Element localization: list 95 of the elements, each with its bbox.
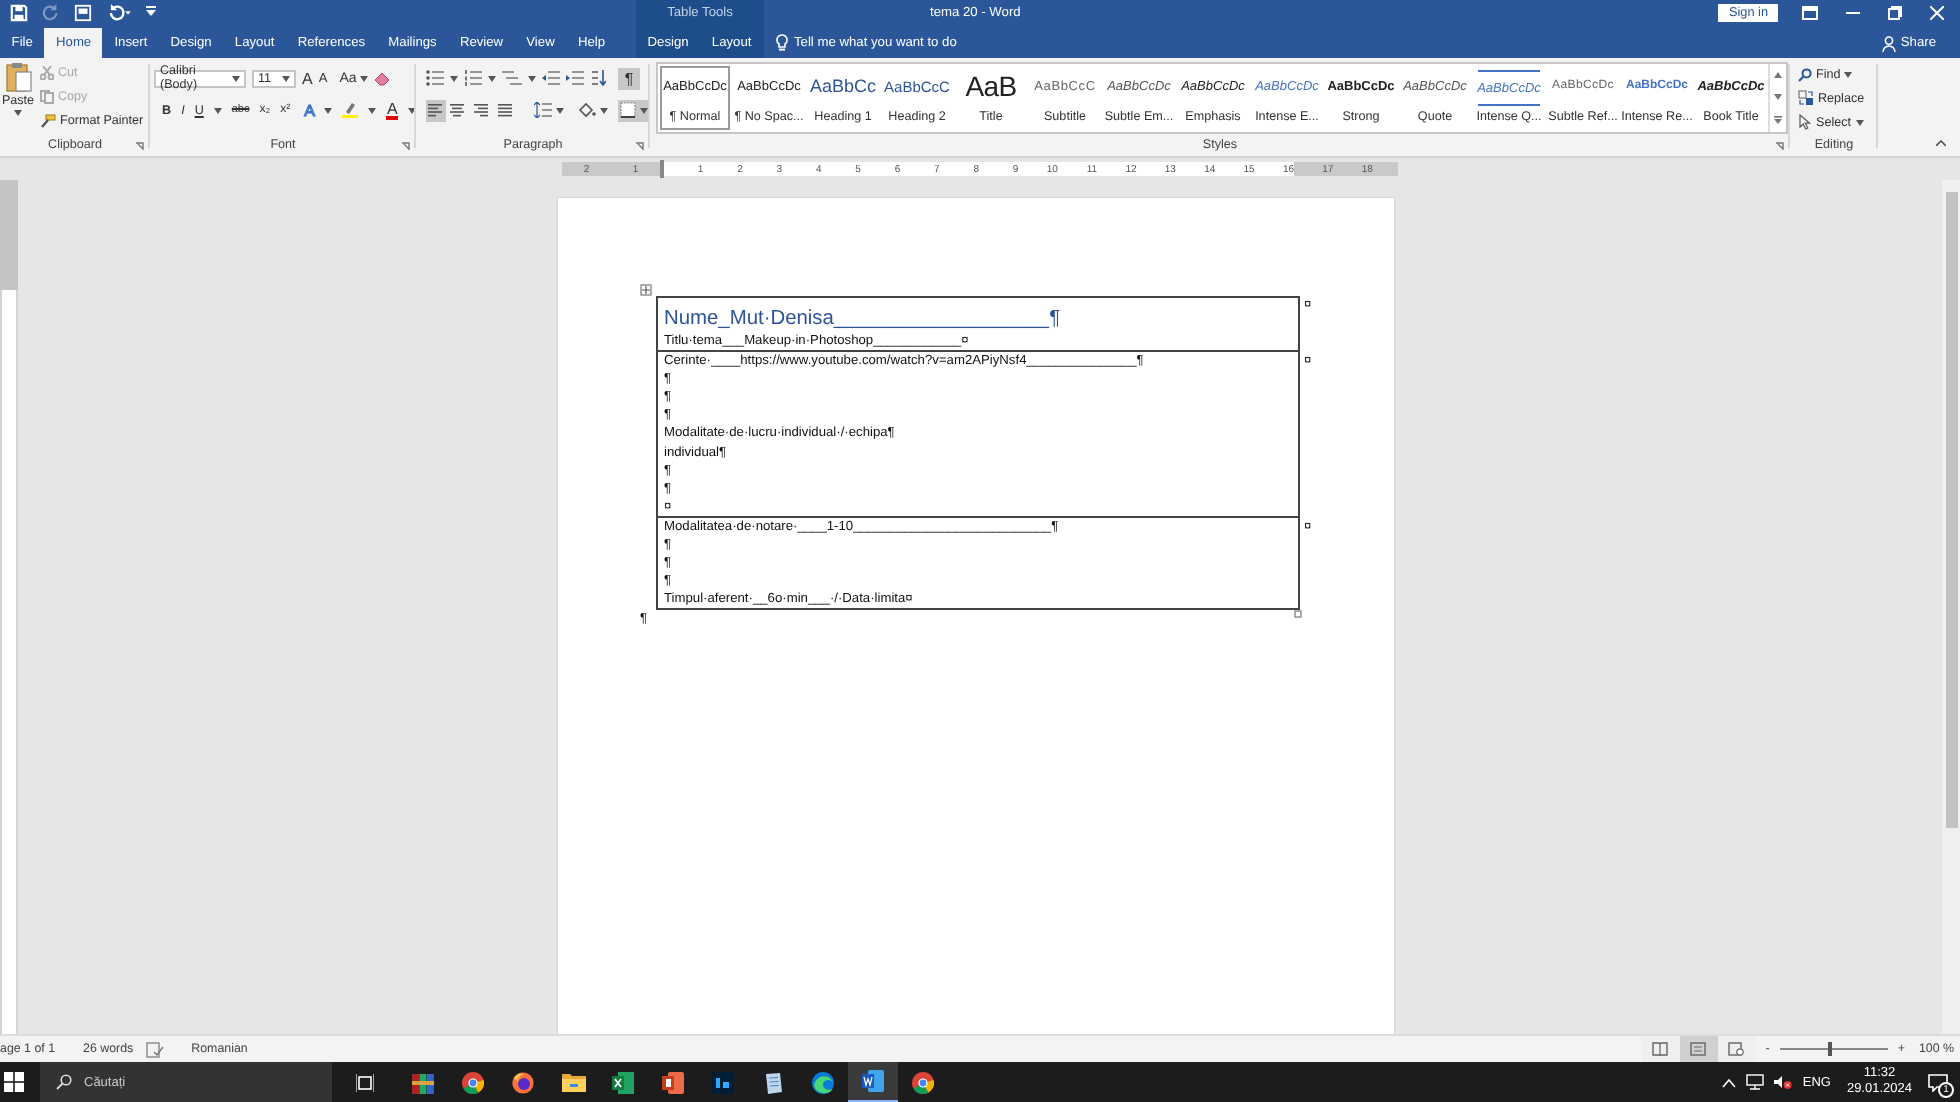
collapse-ribbon-icon[interactable] — [1936, 140, 1946, 146]
caret-icon — [488, 75, 496, 81]
launcher-icon[interactable] — [636, 142, 644, 150]
caret-icon — [282, 75, 290, 81]
caret-icon — [360, 75, 369, 81]
caret-icon — [324, 107, 333, 113]
caret-icon — [407, 107, 416, 113]
redo-icon[interactable] — [42, 3, 60, 21]
launcher-icon[interactable] — [1776, 142, 1784, 150]
tray-caret-icon[interactable] — [1722, 1077, 1737, 1087]
numbering-icon[interactable] — [464, 70, 482, 86]
eraser-icon[interactable] — [374, 71, 391, 85]
borders-button[interactable] — [618, 99, 651, 121]
font-color-button[interactable]: A — [386, 101, 398, 119]
paint-bucket-icon[interactable] — [578, 102, 597, 118]
caret-icon — [600, 107, 609, 113]
caret-icon — [368, 107, 377, 113]
caret-icon — [450, 75, 458, 81]
align-justify-icon — [497, 103, 514, 117]
align-right-icon — [473, 103, 490, 117]
muted-speaker-icon[interactable] — [1774, 1074, 1793, 1090]
caret-icon — [1855, 119, 1864, 125]
align-left-icon — [427, 103, 444, 117]
line-spacing-icon[interactable] — [533, 102, 552, 118]
restore-icon[interactable] — [1888, 5, 1902, 19]
ribbon-display-icon[interactable] — [1802, 5, 1818, 19]
save-icon[interactable] — [10, 3, 28, 21]
vertical-scrollbar[interactable] — [1942, 180, 1960, 1034]
browser-icon — [912, 1071, 934, 1093]
folder-icon — [561, 1072, 585, 1092]
launcher-icon[interactable] — [136, 142, 144, 150]
borders-icon — [620, 102, 637, 118]
align-left-button[interactable] — [426, 99, 446, 121]
pointer-icon — [1798, 114, 1812, 130]
presentation-icon — [662, 1071, 684, 1093]
touch-icon[interactable] — [74, 3, 92, 21]
browser-icon — [512, 1071, 534, 1093]
browser-icon — [812, 1071, 834, 1093]
caret-icon — [640, 107, 649, 113]
search-icon — [1798, 67, 1812, 81]
scroll-up-icon[interactable] — [1774, 72, 1782, 78]
search-icon — [56, 1074, 72, 1090]
customize-icon[interactable] — [146, 6, 156, 18]
caret-icon — [1844, 71, 1853, 77]
decrease-indent-icon[interactable] — [542, 70, 560, 86]
caret-icon — [555, 107, 564, 113]
task-view-icon[interactable] — [356, 1073, 374, 1091]
highlighter-icon[interactable] — [342, 102, 359, 118]
chat-bubble-icon — [1928, 1073, 1948, 1091]
table-move-handle-icon[interactable] — [640, 284, 652, 296]
show-marks-button[interactable]: ¶ — [618, 67, 640, 89]
align-right-button[interactable] — [472, 99, 492, 121]
close-icon[interactable] — [1930, 5, 1944, 19]
page-icon — [1690, 1042, 1707, 1056]
increase-indent-icon[interactable] — [566, 70, 584, 86]
copy-icon — [40, 89, 54, 103]
print-view-button[interactable] — [1679, 1036, 1718, 1062]
caret-icon — [213, 107, 222, 113]
align-justify-button[interactable] — [495, 99, 515, 121]
proofing-icon[interactable] — [145, 1041, 164, 1057]
replace-icon — [1798, 90, 1814, 106]
spreadsheet-icon — [612, 1071, 634, 1093]
caret-icon — [232, 75, 240, 81]
text-effects-button[interactable]: A — [304, 101, 315, 119]
zoom-thumb[interactable] — [1827, 1042, 1832, 1056]
heading-text: Nume_Mut·Denisa___________________¶ — [664, 308, 1063, 332]
paintbrush-icon — [40, 113, 56, 127]
person-icon — [1882, 35, 1897, 51]
align-center-button[interactable] — [449, 99, 469, 121]
multilevel-list-icon[interactable] — [502, 70, 522, 86]
bullets-icon[interactable] — [426, 70, 444, 86]
scissors-icon — [40, 65, 54, 79]
document-icon — [862, 1070, 884, 1092]
table-resize-handle-icon[interactable] — [1294, 610, 1302, 619]
caret-icon — [14, 110, 22, 116]
start-icon[interactable] — [4, 1072, 24, 1092]
undo-icon[interactable] — [106, 3, 132, 21]
browser-icon — [462, 1071, 484, 1093]
taskbar-button[interactable] — [848, 1062, 898, 1102]
image-editor-icon — [712, 1071, 734, 1093]
network-icon[interactable] — [1746, 1074, 1765, 1090]
more-icon[interactable] — [1774, 116, 1782, 124]
lightbulb-icon — [776, 34, 788, 52]
web-page-icon — [1728, 1042, 1745, 1056]
web-view-button[interactable] — [1717, 1036, 1756, 1062]
read-view-button[interactable] — [1641, 1036, 1680, 1062]
sort-icon[interactable] — [590, 70, 606, 86]
notepad-icon — [762, 1071, 784, 1093]
align-center-icon — [450, 103, 467, 117]
grow-font-button[interactable]: A — [302, 69, 313, 87]
book-icon — [1652, 1042, 1669, 1056]
caret-icon — [1774, 94, 1782, 100]
caret-icon — [528, 75, 536, 81]
launcher-icon[interactable] — [402, 142, 410, 150]
archive-icon — [412, 1071, 434, 1093]
